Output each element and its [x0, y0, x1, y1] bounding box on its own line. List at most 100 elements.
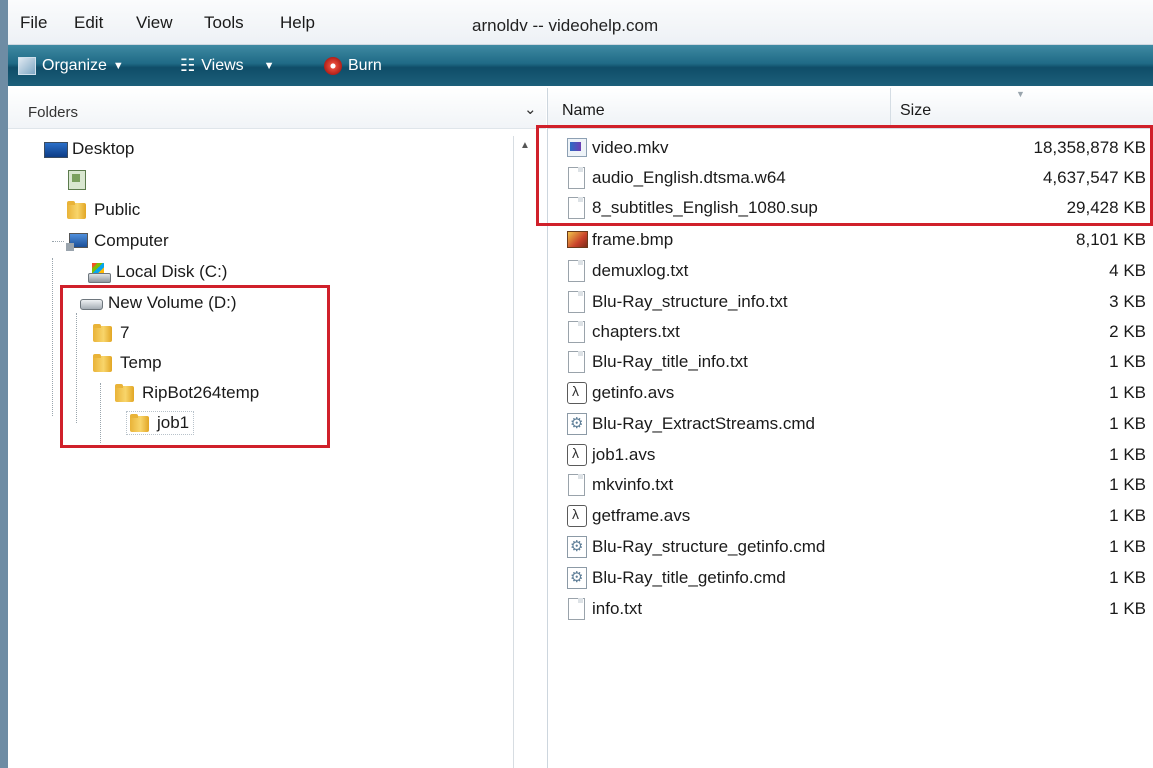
file-size: 2 KB	[1109, 322, 1146, 341]
file-size: 1 KB	[1109, 445, 1146, 464]
cmd-script-icon	[566, 567, 588, 589]
folders-pane: Folders ⌄ Desktop Public Computer Local …	[8, 88, 546, 768]
file-size: 8,101 KB	[1076, 230, 1146, 249]
desktop-icon	[44, 139, 68, 159]
file-row[interactable]: Blu-Ray_title_getinfo.cmd 1 KB	[548, 562, 1153, 592]
file-row[interactable]: Blu-Ray_title_info.txt 1 KB	[548, 346, 1153, 376]
menu-edit[interactable]: Edit	[74, 13, 103, 33]
file-name: getframe.avs	[592, 506, 691, 525]
avisynth-script-icon	[566, 505, 588, 527]
file-row[interactable]: job1.avs 1 KB	[548, 439, 1153, 469]
file-size: 1 KB	[1109, 475, 1146, 494]
menu-help[interactable]: Help	[280, 13, 315, 33]
tree-connector	[52, 258, 53, 416]
column-header-size[interactable]: Size	[900, 102, 931, 120]
file-row[interactable]: info.txt 1 KB	[548, 593, 1153, 623]
avisynth-script-icon	[566, 444, 588, 466]
user-folder-icon	[66, 169, 88, 190]
file-row[interactable]: frame.bmp 8,101 KB	[548, 224, 1153, 254]
command-toolbar: Organize ▼ ☷ Views ▼ Burn	[8, 45, 1153, 86]
file-size: 1 KB	[1109, 352, 1146, 371]
file-row[interactable]: chapters.txt 2 KB	[548, 316, 1153, 346]
chevron-down-icon[interactable]: ⌄	[524, 100, 537, 118]
views-dropdown-arrow-icon: ▼	[263, 59, 275, 72]
document-icon	[566, 260, 588, 282]
tree-item-label: Public	[94, 200, 141, 219]
file-row[interactable]: Blu-Ray_ExtractStreams.cmd 1 KB	[548, 408, 1153, 438]
folder-icon	[66, 200, 88, 220]
local-disk-icon	[88, 262, 111, 283]
document-icon	[566, 351, 588, 373]
document-icon	[566, 321, 588, 343]
window-left-border	[0, 0, 8, 768]
file-row[interactable]: Blu-Ray_structure_info.txt 3 KB	[548, 286, 1153, 316]
window-title: arnoldv -- videohelp.com	[472, 16, 659, 35]
menu-file[interactable]: File	[20, 13, 47, 33]
file-size: 1 KB	[1109, 506, 1146, 525]
file-name: info.txt	[592, 599, 643, 618]
menu-tools[interactable]: Tools	[204, 13, 244, 33]
tree-item-desktop[interactable]: Desktop	[44, 139, 134, 159]
tree-connector	[52, 241, 64, 242]
column-header-name[interactable]: Name	[562, 102, 605, 120]
tree-scrollbar[interactable]: ▲	[513, 136, 540, 768]
file-name: Blu-Ray_ExtractStreams.cmd	[592, 414, 815, 433]
scroll-up-arrow-icon[interactable]: ▲	[520, 140, 530, 151]
tree-item-public[interactable]: Public	[66, 200, 140, 220]
tree-item-label: Local Disk (C:)	[116, 262, 228, 281]
file-row[interactable]: Blu-Ray_structure_getinfo.cmd 1 KB	[548, 531, 1153, 561]
file-size: 1 KB	[1109, 537, 1146, 556]
organize-label: Organize	[42, 56, 107, 74]
tree-item-local-disk[interactable]: Local Disk (C:)	[88, 262, 228, 283]
views-icon: ☷	[180, 55, 196, 75]
burn-icon	[324, 56, 342, 75]
tree-item-user[interactable]	[66, 169, 88, 190]
organize-icon	[18, 56, 36, 75]
sort-indicator-icon: ▼	[1016, 89, 1025, 99]
folder-tree: Desktop Public Computer Local Disk (C:) …	[8, 88, 513, 768]
organize-button[interactable]: Organize ▼	[18, 45, 124, 86]
cmd-script-icon	[566, 413, 588, 435]
file-size: 3 KB	[1109, 292, 1146, 311]
file-name: Blu-Ray_title_getinfo.cmd	[592, 568, 786, 587]
cmd-script-icon	[566, 536, 588, 558]
file-name: getinfo.avs	[592, 383, 675, 402]
file-name: Blu-Ray_structure_getinfo.cmd	[592, 537, 826, 556]
file-name: frame.bmp	[592, 230, 674, 249]
tree-item-computer[interactable]: Computer	[66, 231, 169, 251]
file-name: Blu-Ray_structure_info.txt	[592, 292, 788, 311]
document-icon	[566, 474, 588, 496]
file-list-pane: Name Size ▼ video.mkv 18,358,878 KB audi…	[536, 88, 1153, 768]
file-size: 1 KB	[1109, 383, 1146, 402]
column-divider[interactable]	[890, 88, 891, 128]
burn-label: Burn	[348, 56, 382, 74]
file-list-header: Name Size ▼	[548, 88, 1153, 129]
document-icon	[566, 291, 588, 313]
file-name: job1.avs	[592, 445, 656, 464]
highlight-box	[536, 125, 1153, 226]
file-name: demuxlog.txt	[592, 261, 689, 280]
views-label: Views	[201, 56, 244, 74]
file-size: 1 KB	[1109, 414, 1146, 433]
tree-item-label: Desktop	[72, 139, 135, 158]
file-name: chapters.txt	[592, 322, 680, 341]
file-row[interactable]: getinfo.avs 1 KB	[548, 377, 1153, 407]
tree-item-label: Computer	[94, 231, 169, 250]
file-size: 1 KB	[1109, 568, 1146, 587]
menu-bar: File Edit View Tools Help arnoldv -- vid…	[8, 0, 1153, 45]
bitmap-icon	[566, 229, 588, 249]
file-name: Blu-Ray_title_info.txt	[592, 352, 748, 371]
organize-dropdown-arrow-icon: ▼	[112, 59, 124, 72]
computer-icon	[66, 231, 88, 251]
menu-view[interactable]: View	[136, 13, 173, 33]
burn-button[interactable]: Burn	[324, 45, 382, 86]
file-name: mkvinfo.txt	[592, 475, 674, 494]
file-size: 1 KB	[1109, 599, 1146, 618]
views-button[interactable]: ☷ Views ▼	[180, 45, 275, 86]
file-row[interactable]: demuxlog.txt 4 KB	[548, 255, 1153, 285]
file-row[interactable]: mkvinfo.txt 1 KB	[548, 469, 1153, 499]
highlight-box	[60, 285, 330, 448]
document-icon	[566, 598, 588, 620]
file-row[interactable]: getframe.avs 1 KB	[548, 500, 1153, 530]
avisynth-script-icon	[566, 382, 588, 404]
